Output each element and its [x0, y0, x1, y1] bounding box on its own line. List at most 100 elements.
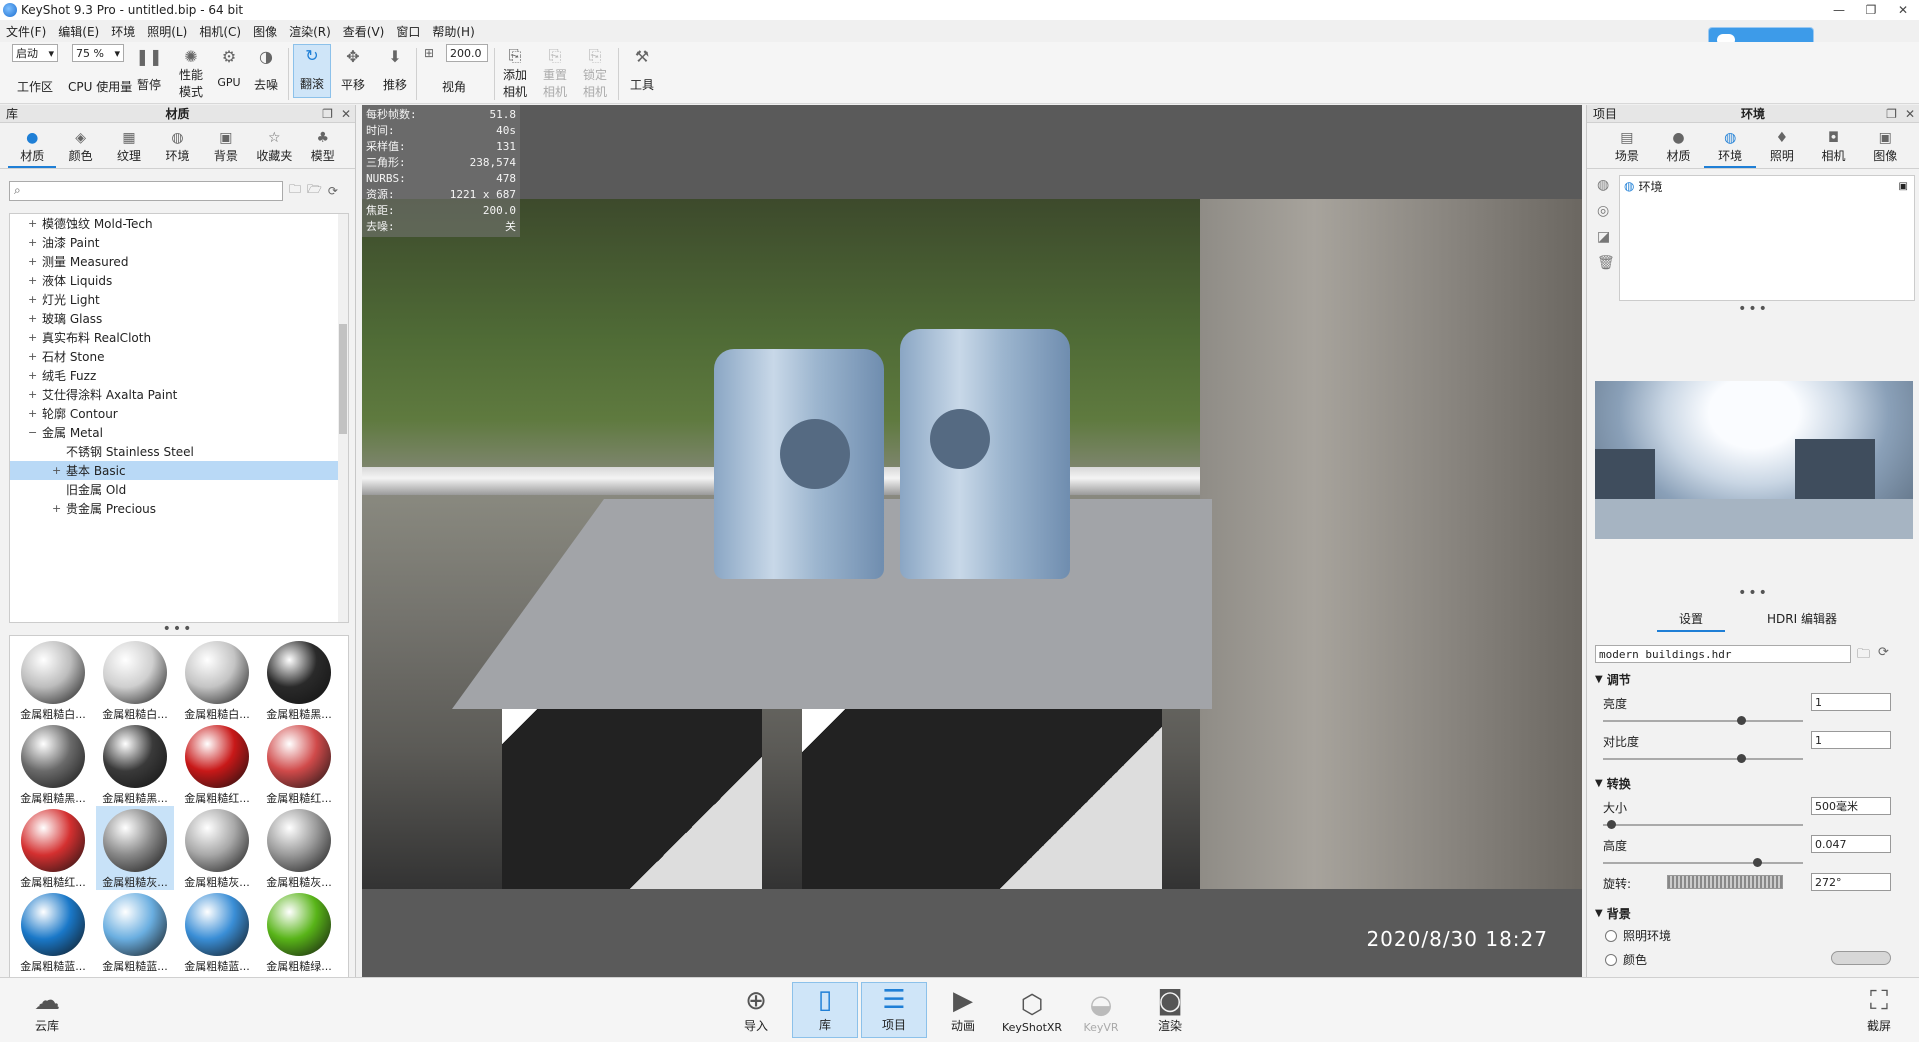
height-input[interactable]: 0.047: [1811, 835, 1891, 853]
slider-knob[interactable]: [1607, 820, 1616, 829]
close-panel-icon[interactable]: ✕: [1905, 107, 1915, 121]
tab-environments[interactable]: ◍ 环境: [153, 127, 201, 168]
keyshotxr-button[interactable]: ⬡ KeyShotXR: [999, 982, 1065, 1038]
workspace-select[interactable]: 启动 ▾: [12, 44, 58, 62]
tree-item[interactable]: + 艾仕得涂料 Axalta Paint: [10, 385, 348, 404]
material-thumbnail[interactable]: 金属粗糙灰...: [96, 806, 174, 890]
tab-lighting[interactable]: ♦ 照明: [1756, 127, 1808, 168]
animation-button[interactable]: ▶ 动画: [930, 982, 996, 1038]
menu-edit[interactable]: 编辑(E): [58, 23, 99, 40]
material-thumbnail[interactable]: 金属粗糙灰...: [178, 806, 256, 890]
gpu-button[interactable]: ⚙ GPU: [216, 46, 242, 90]
screenshot-button[interactable]: ⛶ 截屏: [1846, 982, 1912, 1038]
dolly-button[interactable]: ⬇ 推移: [380, 46, 410, 93]
material-thumbnail[interactable]: 金属粗糙蓝...: [14, 890, 92, 974]
project-button[interactable]: ☰ 项目: [861, 982, 927, 1038]
material-thumbnail[interactable]: 金属粗糙灰...: [260, 806, 338, 890]
tab-textures[interactable]: ▦ 纹理: [105, 127, 153, 168]
tab-settings[interactable]: 设置: [1657, 610, 1726, 632]
brightness-input[interactable]: 1: [1811, 693, 1891, 711]
folder-add-icon[interactable]: 🗁: [307, 180, 322, 201]
expand-toggle-icon[interactable]: +: [52, 502, 66, 515]
float-panel-icon[interactable]: ❐: [1886, 107, 1897, 121]
folder-open-icon[interactable]: 🗀: [1857, 645, 1870, 667]
slider-knob[interactable]: [1753, 858, 1762, 867]
scrollbar-thumb[interactable]: [339, 324, 347, 434]
cloud-library-button[interactable]: ☁ 云库: [14, 982, 80, 1038]
height-slider[interactable]: [1603, 858, 1803, 867]
tab-materials[interactable]: ● 材质: [8, 127, 57, 168]
tab-favorites[interactable]: ☆ 收藏夹: [250, 127, 298, 168]
material-thumbnail[interactable]: 金属粗糙白...: [178, 638, 256, 722]
tree-item[interactable]: + 绒毛 Fuzz: [10, 366, 348, 385]
expand-toggle-icon[interactable]: +: [28, 312, 42, 325]
tree-item[interactable]: 不锈钢 Stainless Steel: [10, 442, 348, 461]
environment-list-item[interactable]: ◍ 环境 ▣: [1620, 176, 1914, 196]
add-camera-button[interactable]: ⎘ 添加 相机: [500, 46, 530, 100]
material-thumbnail[interactable]: 金属粗糙黑...: [14, 722, 92, 806]
close-button[interactable]: ✕: [1887, 0, 1919, 20]
expand-toggle-icon[interactable]: +: [28, 255, 42, 268]
material-thumbnail[interactable]: 金属粗糙蓝...: [178, 890, 256, 974]
material-thumbnail[interactable]: 金属粗糙蓝...: [96, 890, 174, 974]
edit-environment-icon[interactable]: ◪: [1597, 229, 1615, 245]
size-slider[interactable]: [1603, 820, 1803, 829]
expand-toggle-icon[interactable]: +: [28, 369, 42, 382]
render-button[interactable]: ◙ 渲染: [1137, 982, 1203, 1038]
tab-backplates[interactable]: ▣ 背景: [202, 127, 250, 168]
tab-material[interactable]: ● 材质: [1653, 127, 1705, 168]
tab-colors[interactable]: ◈ 颜色: [56, 127, 104, 168]
render-scene[interactable]: 2020/8/30 18:27: [362, 199, 1582, 951]
piston-model-right[interactable]: [900, 329, 1070, 579]
material-thumbnail[interactable]: 金属粗糙绿...: [260, 890, 338, 974]
tree-item[interactable]: + 测量 Measured: [10, 252, 348, 271]
tree-item[interactable]: + 石材 Stone: [10, 347, 348, 366]
duplicate-environment-icon[interactable]: ◎: [1597, 203, 1615, 219]
import-button[interactable]: ⊕ 导入: [723, 982, 789, 1038]
menu-help[interactable]: 帮助(H): [432, 23, 474, 40]
cpu-usage-select[interactable]: 75 % ▾: [72, 44, 124, 62]
menu-image[interactable]: 图像: [253, 23, 277, 40]
tree-item[interactable]: + 真实布料 RealCloth: [10, 328, 348, 347]
tab-environment[interactable]: ◍ 环境: [1704, 127, 1757, 168]
keyvr-button[interactable]: ◒ KeyVR: [1068, 982, 1134, 1038]
expand-toggle-icon[interactable]: +: [28, 274, 42, 287]
material-thumbnail[interactable]: 金属粗糙白...: [14, 638, 92, 722]
lock-icon[interactable]: ▣: [1899, 181, 1908, 192]
tree-item[interactable]: + 模德蚀纹 Mold-Tech: [10, 214, 348, 233]
rotation-input[interactable]: 272°: [1811, 873, 1891, 891]
lock-camera-button[interactable]: ⎘ 锁定 相机: [580, 46, 610, 100]
tree-item[interactable]: + 灯光 Light: [10, 290, 348, 309]
expand-toggle-icon[interactable]: +: [28, 407, 42, 420]
pause-button[interactable]: ❚❚ 暂停: [136, 46, 163, 93]
section-background[interactable]: ▼ 背景: [1595, 905, 1631, 922]
folder-open-icon[interactable]: 🗀: [289, 180, 301, 201]
slider-knob[interactable]: [1737, 754, 1746, 763]
material-thumbnail[interactable]: 金属粗糙红...: [178, 722, 256, 806]
expand-toggle-icon[interactable]: −: [28, 426, 42, 439]
field-of-view-input[interactable]: 200.0: [446, 44, 488, 62]
expand-toggle-icon[interactable]: +: [28, 350, 42, 363]
material-thumbnail[interactable]: 金属粗糙黑...: [96, 722, 174, 806]
material-thumbnail[interactable]: 金属粗糙黑...: [260, 638, 338, 722]
tree-item[interactable]: − 金属 Metal: [10, 423, 348, 442]
size-input[interactable]: 500毫米: [1811, 797, 1891, 815]
slider-knob[interactable]: [1737, 716, 1746, 725]
material-thumbnail[interactable]: 金属粗糙红...: [14, 806, 92, 890]
menu-lighting[interactable]: 照明(L): [147, 23, 187, 40]
delete-trash-icon[interactable]: 🗑: [1597, 255, 1615, 271]
hdri-preview[interactable]: [1595, 381, 1913, 539]
tree-item[interactable]: + 油漆 Paint: [10, 233, 348, 252]
reset-camera-button[interactable]: ⎘ 重置 相机: [540, 46, 570, 100]
refresh-icon[interactable]: ⟳: [1878, 645, 1889, 667]
minimize-button[interactable]: —: [1823, 0, 1855, 20]
expand-toggle-icon[interactable]: +: [28, 236, 42, 249]
close-panel-icon[interactable]: ✕: [341, 107, 351, 121]
contrast-input[interactable]: 1: [1811, 731, 1891, 749]
piston-model-left[interactable]: [714, 349, 884, 579]
section-adjust[interactable]: ▼ 调节: [1595, 671, 1631, 688]
bg-color-swatch[interactable]: [1831, 951, 1891, 965]
tree-item[interactable]: + 贵金属 Precious: [10, 499, 348, 518]
tree-item[interactable]: + 轮廓 Contour: [10, 404, 348, 423]
panel-resize-handle[interactable]: •••: [1587, 302, 1919, 316]
